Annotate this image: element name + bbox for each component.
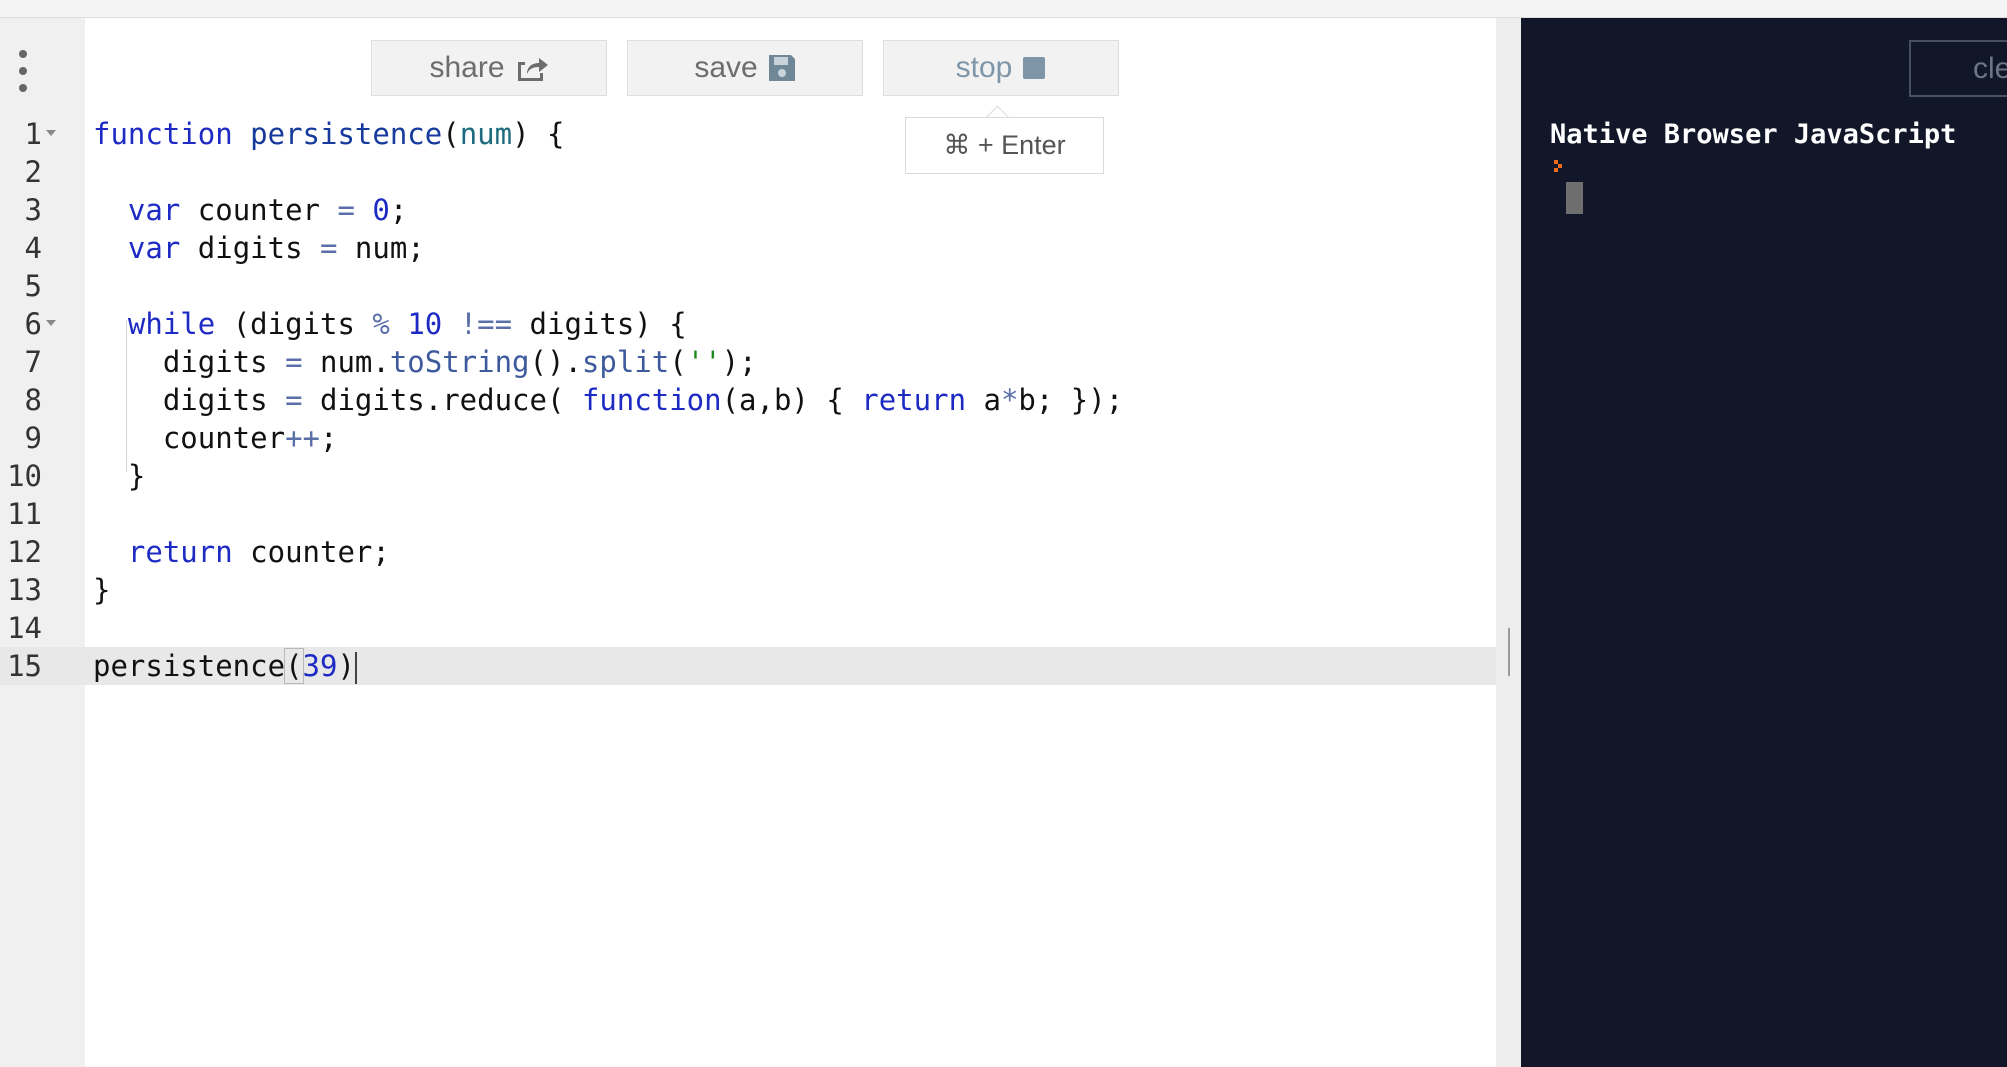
- pane-splitter[interactable]: [1496, 18, 1521, 1067]
- code-line[interactable]: 11: [0, 495, 1496, 533]
- code-text: var digits = num;: [127, 231, 425, 265]
- stop-square-icon: [1023, 57, 1046, 79]
- code-line[interactable]: 6 while (digits % 10 !== digits) {: [0, 305, 1496, 343]
- code-line[interactable]: 12 return counter;: [0, 533, 1496, 571]
- browser-top-strip: [0, 0, 2007, 18]
- floppy-disk-icon: [768, 55, 795, 81]
- code-text: }: [93, 573, 111, 607]
- code-text: return counter;: [127, 535, 390, 569]
- line-number: 6: [24, 307, 42, 341]
- code-text: while (digits % 10 !== digits) {: [127, 307, 687, 341]
- line-number: 11: [7, 497, 42, 531]
- line-number: 2: [24, 155, 42, 189]
- code-line[interactable]: 14: [0, 609, 1496, 647]
- line-number: 1: [24, 117, 42, 151]
- fold-toggle-icon[interactable]: [46, 130, 56, 136]
- line-number: 5: [24, 269, 42, 303]
- code-text: }: [93, 459, 146, 493]
- clear-console-button[interactable]: clear: [1909, 40, 2007, 97]
- code-line[interactable]: 9 counter++;: [0, 419, 1496, 457]
- save-button-label: save: [694, 51, 758, 84]
- line-number: 7: [24, 345, 42, 379]
- splitter-handle[interactable]: [1508, 628, 1510, 676]
- code-line[interactable]: 3 var counter = 0;: [0, 191, 1496, 229]
- code-text: var counter = 0;: [127, 193, 408, 227]
- line-number: 13: [7, 573, 42, 607]
- stop-button-label: stop: [955, 51, 1013, 84]
- console-title: Native Browser JavaScript: [1550, 119, 1957, 150]
- line-number: 15: [7, 649, 42, 683]
- code-text: counter++;: [93, 421, 338, 455]
- save-button[interactable]: save: [627, 40, 863, 96]
- share-button[interactable]: share: [371, 40, 607, 96]
- line-number: 9: [24, 421, 42, 455]
- code-line[interactable]: 13}: [0, 571, 1496, 609]
- code-editor-pane[interactable]: share save stop ⌘ + Enter 1 function pers…: [0, 18, 1496, 1067]
- line-number: 8: [24, 383, 42, 417]
- code-line[interactable]: 8 digits = digits.reduce( function(a,b) …: [0, 381, 1496, 419]
- code-line[interactable]: 5: [0, 267, 1496, 305]
- code-text: digits = digits.reduce( function(a,b) { …: [93, 383, 1124, 417]
- code-line[interactable]: 4 var digits = num;: [0, 229, 1496, 267]
- code-text: digits = num.toString().split('');: [93, 345, 757, 379]
- code-text: function persistence(num) {: [93, 117, 565, 151]
- line-number: 10: [7, 459, 42, 493]
- share-button-label: share: [429, 51, 505, 84]
- line-number: 3: [24, 193, 42, 227]
- code-area[interactable]: 1 function persistence(num) {2 3 var count…: [0, 115, 1496, 685]
- more-options-icon[interactable]: [17, 50, 29, 94]
- code-text: persistence(39): [93, 648, 357, 684]
- code-line[interactable]: 10 }: [0, 457, 1496, 495]
- fold-toggle-icon[interactable]: [46, 320, 56, 326]
- code-line[interactable]: 15 persistence(39): [0, 647, 1496, 685]
- code-line[interactable]: 7 digits = num.toString().split('');: [0, 343, 1496, 381]
- console-pane[interactable]: clear Native Browser JavaScript: [1521, 18, 2007, 1067]
- share-export-icon: [517, 58, 548, 81]
- text-cursor: [354, 652, 357, 684]
- prompt-chevron-icon: [1554, 160, 1566, 174]
- line-number: 14: [7, 611, 42, 645]
- line-number: 4: [24, 231, 42, 265]
- console-input-cursor[interactable]: [1566, 182, 1583, 214]
- stop-button[interactable]: stop: [883, 40, 1119, 96]
- code-line[interactable]: 1 function persistence(num) {: [0, 115, 1496, 153]
- code-line[interactable]: 2: [0, 153, 1496, 191]
- line-number: 12: [7, 535, 42, 569]
